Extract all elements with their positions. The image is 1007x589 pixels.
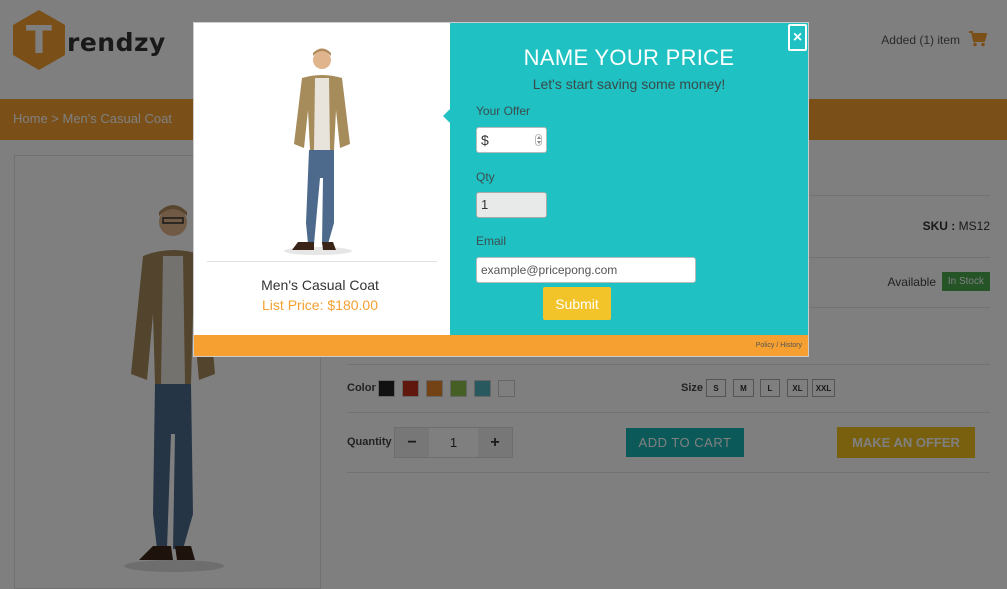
submit-button[interactable]: Submit (543, 287, 611, 320)
qty-label: Qty (476, 170, 495, 184)
modal-title: NAME YOUR PRICE (523, 45, 735, 70)
offer-form-panel: NAME YOUR PRICE Let's start saving some … (443, 23, 808, 335)
modal-product-photo (284, 48, 352, 255)
modal-list-price: List Price: $180.00 (262, 297, 378, 313)
divider (207, 261, 437, 262)
panel-pointer (443, 109, 450, 123)
modal-subtitle: Let's start saving some money! (532, 76, 726, 92)
offer-input[interactable]: $ (476, 127, 547, 153)
modal-product-panel: Men's Casual Coat List Price: $180.00 (194, 23, 450, 335)
modal-product-name: Men's Casual Coat (261, 277, 379, 293)
qty-input[interactable]: 1 (476, 192, 547, 218)
policy-history-link[interactable]: Policy / History (756, 342, 802, 349)
spinner-arrows-icon[interactable] (535, 134, 542, 146)
offer-input-value: $ (481, 132, 489, 148)
modal-footer: Policy / History (194, 335, 808, 356)
close-icon[interactable]: × (788, 24, 807, 51)
email-input[interactable]: example@pricepong.com (476, 257, 696, 283)
email-label: Email (476, 234, 507, 248)
offer-label: Your Offer (476, 104, 531, 118)
name-your-price-modal: Men's Casual Coat List Price: $180.00 NA… (193, 22, 809, 357)
